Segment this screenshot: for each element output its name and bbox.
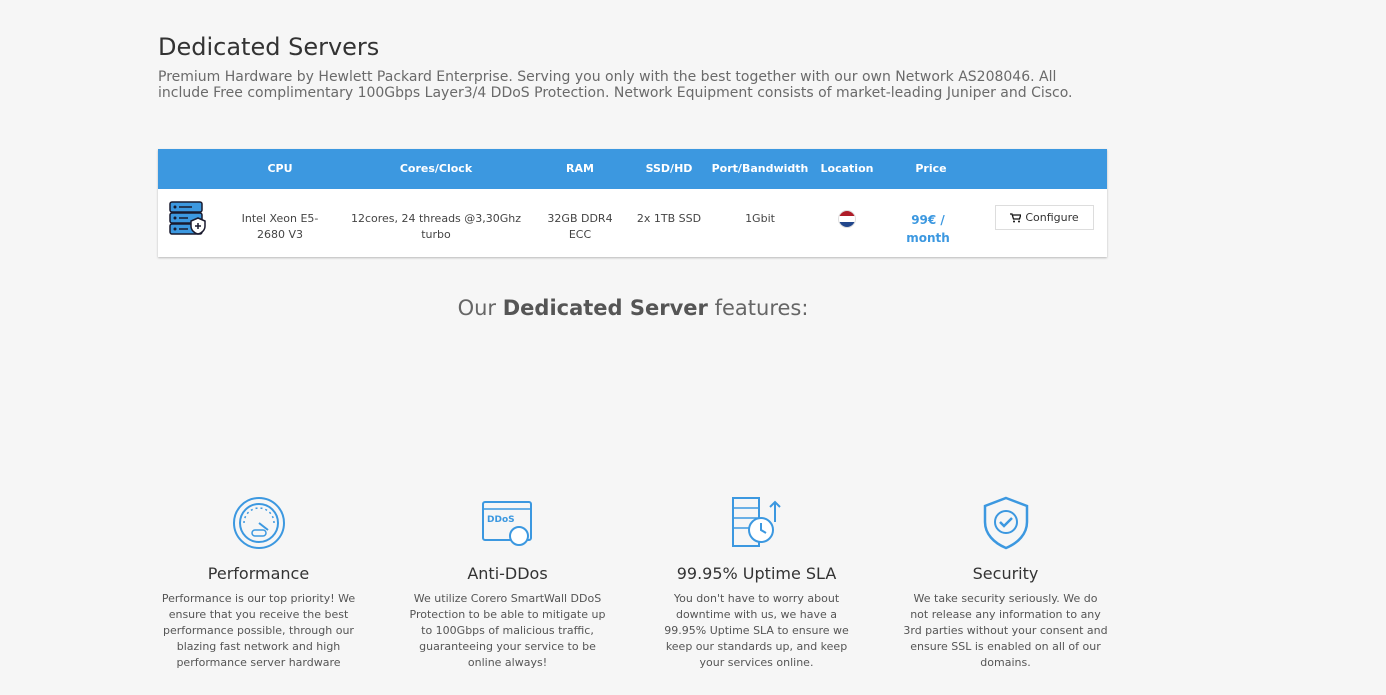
page-title: Dedicated Servers — [158, 33, 380, 61]
feature-anti-ddos: DDoS Anti-DDos We utilize Corero SmartWa… — [405, 495, 610, 671]
feature-title: Security — [972, 564, 1039, 583]
feature-text: Performance is our top priority! We ensu… — [161, 592, 356, 669]
header-cpu: CPU — [267, 162, 293, 175]
speedometer-icon — [232, 496, 285, 549]
header-location: Location — [820, 162, 874, 175]
ddos-icon: DDoS — [481, 500, 532, 546]
uptime-icon — [731, 496, 781, 547]
feature-text: We utilize Corero SmartWall DDoS Protect… — [409, 592, 606, 669]
cart-icon — [1010, 212, 1022, 222]
feature-security: Security We take security seriously. We … — [903, 495, 1108, 671]
feature-performance: Performance Performance is our top prior… — [156, 495, 361, 671]
page-subtitle: Premium Hardware by Hewlett Packard Ente… — [158, 69, 1073, 101]
header-cores: Cores/Clock — [399, 162, 473, 175]
server-icon — [169, 201, 206, 235]
features-heading: Our Dedicated Server features: — [457, 296, 809, 320]
feature-text: You don't have to worry about downtime w… — [664, 592, 849, 669]
table-row: Intel Xeon E5-2680 V3 12cores, 24 thread… — [158, 189, 1107, 257]
header-ram: RAM — [566, 162, 594, 175]
configure-button[interactable]: Configure — [995, 205, 1094, 230]
feature-title: Performance — [207, 564, 310, 583]
cell-cpu: Intel Xeon E5-2680 V3 — [241, 212, 319, 241]
feature-title: 99.95% Uptime SLA — [676, 564, 837, 583]
feature-text: We take security seriously. We do not re… — [903, 592, 1108, 669]
cell-ram: 32GB DDR4 ECC — [547, 212, 613, 241]
header-port: Port/Bandwidth — [711, 162, 809, 175]
svg-text:DDoS: DDoS — [487, 515, 515, 525]
feature-title: Anti-DDos — [467, 564, 548, 583]
feature-uptime: 99.95% Uptime SLA You don't have to worr… — [654, 495, 859, 671]
cell-disk: 2x 1TB SSD — [636, 212, 702, 225]
cell-port: 1Gbit — [745, 212, 775, 225]
cell-price: 99€ / month — [906, 213, 950, 245]
netherlands-flag-icon — [838, 210, 856, 228]
configure-label: Configure — [1025, 211, 1079, 224]
header-price: Price — [915, 162, 947, 175]
header-disk: SSD/HD — [645, 162, 693, 175]
server-table: CPU Cores/Clock RAM SSD/HD Port/Bandwidt… — [158, 149, 1107, 257]
table-header: CPU Cores/Clock RAM SSD/HD Port/Bandwidt… — [158, 149, 1107, 189]
cell-cores: 12cores, 24 threads @3,30Ghz turbo — [350, 212, 522, 241]
shield-check-icon — [983, 496, 1028, 549]
